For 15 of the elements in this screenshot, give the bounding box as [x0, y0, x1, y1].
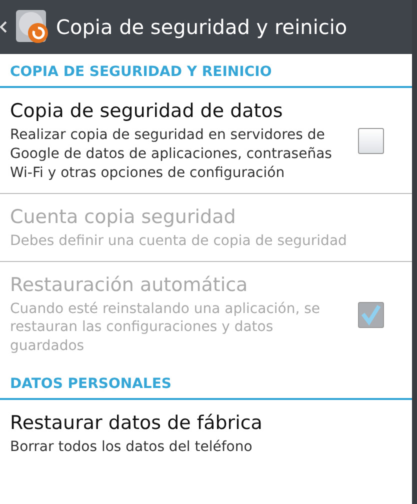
setting-title: Cuenta copia seguridad [10, 206, 237, 228]
screen-title: Copia de seguridad y reinicio [56, 15, 348, 39]
setting-title: Restauración automática [10, 274, 249, 296]
checkbox[interactable] [358, 128, 384, 154]
setting-summary: Realizar copia de seguridad en servidores de Google de datos de aplicaciones, contraseñas Wi-Fi y otras opciones de configuración [10, 126, 333, 183]
back-icon[interactable] [0, 20, 8, 34]
section-header: DATOS PERSONALES [0, 366, 412, 400]
setting-summary: Debes definir una cuenta de copia de seguridad [10, 232, 348, 251]
checkmark-icon [360, 304, 382, 326]
section-header: COPIA DE SEGURIDAD Y REINICIO [0, 54, 412, 88]
setting-summary: Cuando esté reinstalando una aplicación, se restauran las configuraciones y datos guardados [10, 300, 322, 356]
setting-title[interactable]: Copia de seguridad de datos [10, 100, 344, 122]
restore-drive-icon [14, 9, 50, 45]
setting-summary: Borrar todos los datos del teléfono [10, 438, 254, 458]
setting-title[interactable]: Restaurar datos de fábrica [10, 412, 402, 434]
